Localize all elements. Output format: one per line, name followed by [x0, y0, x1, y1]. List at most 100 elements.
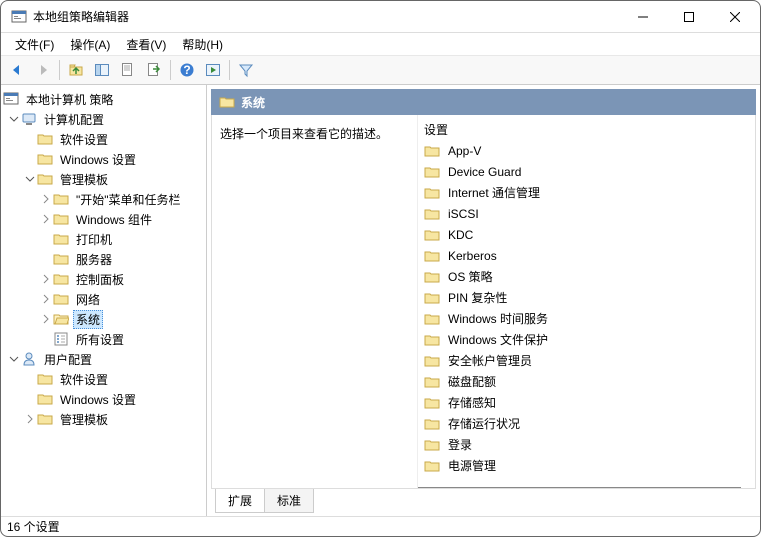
list-item-label: 存储运行状况 — [448, 415, 520, 432]
close-button[interactable] — [712, 2, 758, 32]
settings-list-icon — [53, 331, 69, 347]
list-item[interactable]: 存储运行状况 — [420, 413, 753, 434]
chevron-down-icon[interactable] — [7, 352, 21, 366]
chevron-right-icon[interactable] — [39, 272, 53, 286]
list-item[interactable]: iSCSI — [420, 203, 753, 224]
folder-icon — [424, 227, 440, 243]
tree-item-system[interactable]: 系统 — [3, 309, 204, 329]
details-header: 系统 — [211, 89, 756, 115]
app-icon — [11, 9, 27, 25]
tree-item-admin-templates[interactable]: 管理模板 — [3, 169, 204, 189]
folder-icon — [37, 131, 53, 147]
chevron-down-icon[interactable] — [23, 172, 37, 186]
list-item[interactable]: PIN 复杂性 — [420, 287, 753, 308]
folder-open-icon — [53, 311, 69, 327]
tree-item[interactable]: Windows 设置 — [3, 149, 204, 169]
forward-button[interactable] — [31, 58, 55, 82]
tree-item-computer-config[interactable]: 计算机配置 — [3, 109, 204, 129]
folder-icon — [424, 395, 440, 411]
list-item-label: 存储感知 — [448, 394, 496, 411]
toolbar: ? — [1, 55, 760, 85]
list-item[interactable]: 安全帐户管理员 — [420, 350, 753, 371]
tree-item[interactable]: 网络 — [3, 289, 204, 309]
tree-label: 本地计算机 策略 — [23, 90, 116, 109]
tree-label: 用户配置 — [41, 350, 95, 369]
list-item[interactable]: Windows 文件保护 — [420, 329, 753, 350]
folder-icon — [37, 411, 53, 427]
tree-item[interactable]: 软件设置 — [3, 129, 204, 149]
list-item[interactable]: App-V — [420, 140, 753, 161]
column-header-label: 设置 — [424, 121, 448, 138]
folder-icon — [424, 311, 440, 327]
list-item[interactable]: 电源管理 — [420, 455, 753, 476]
tree-item[interactable]: 控制面板 — [3, 269, 204, 289]
list-item[interactable]: OS 策略 — [420, 266, 753, 287]
list-item-label: OS 策略 — [448, 268, 493, 285]
list-item[interactable]: 磁盘配额 — [420, 371, 753, 392]
properties-button[interactable] — [116, 58, 140, 82]
folder-icon — [424, 290, 440, 306]
chevron-right-icon[interactable] — [39, 192, 53, 206]
folder-icon — [37, 371, 53, 387]
column-header[interactable]: 设置 — [420, 119, 753, 140]
list-item[interactable]: 登录 — [420, 434, 753, 455]
list-item-label: PIN 复杂性 — [448, 289, 507, 306]
tree-item[interactable]: 服务器 — [3, 249, 204, 269]
tree-item[interactable]: "开始"菜单和任务栏 — [3, 189, 204, 209]
tree-item[interactable]: 管理模板 — [3, 409, 204, 429]
export-button[interactable] — [142, 58, 166, 82]
tree-label: 所有设置 — [73, 330, 127, 349]
show-hide-tree-button[interactable] — [90, 58, 114, 82]
policy-tree[interactable]: 本地计算机 策略 计算机配置 软件设置 W — [3, 89, 204, 429]
run-button[interactable] — [201, 58, 225, 82]
help-button[interactable]: ? — [175, 58, 199, 82]
chevron-right-icon[interactable] — [39, 312, 53, 326]
list-item-label: Internet 通信管理 — [448, 184, 540, 201]
settings-list[interactable]: 设置 App-VDevice Guard Internet 通信管理 iSCSI KD… — [418, 115, 755, 488]
menu-view[interactable]: 查看(V) — [118, 34, 174, 55]
filter-button[interactable] — [234, 58, 258, 82]
list-item[interactable]: Internet 通信管理 — [420, 182, 753, 203]
chevron-down-icon[interactable] — [7, 112, 21, 126]
description-text: 选择一个项目来查看它的描述。 — [220, 125, 409, 142]
tree-label: 管理模板 — [57, 170, 111, 189]
chevron-right-icon[interactable] — [39, 212, 53, 226]
list-item-label: 磁盘配额 — [448, 373, 496, 390]
maximize-button[interactable] — [666, 2, 712, 32]
list-item[interactable]: Windows 时间服务 — [420, 308, 753, 329]
status-text: 16 个设置 — [7, 518, 60, 535]
tree-root[interactable]: 本地计算机 策略 — [3, 89, 204, 109]
folder-icon — [424, 353, 440, 369]
tree-item-user-config[interactable]: 用户配置 — [3, 349, 204, 369]
tree-label: 系统 — [73, 310, 103, 329]
list-item[interactable]: Device Guard — [420, 161, 753, 182]
folder-icon — [53, 251, 69, 267]
tree-item[interactable]: 打印机 — [3, 229, 204, 249]
list-item[interactable]: KDC — [420, 224, 753, 245]
tab-extended[interactable]: 扩展 — [215, 489, 265, 513]
folder-icon — [424, 248, 440, 264]
tree-item[interactable]: 所有设置 — [3, 329, 204, 349]
chevron-right-icon[interactable] — [23, 412, 37, 426]
menu-file[interactable]: 文件(F) — [7, 34, 62, 55]
menu-bar: 文件(F) 操作(A) 查看(V) 帮助(H) — [1, 33, 760, 55]
folder-icon — [424, 185, 440, 201]
list-item[interactable]: 存储感知 — [420, 392, 753, 413]
tree-item[interactable]: Windows 组件 — [3, 209, 204, 229]
folder-icon — [424, 458, 440, 474]
list-item[interactable]: Kerberos — [420, 245, 753, 266]
back-button[interactable] — [5, 58, 29, 82]
chevron-right-icon[interactable] — [39, 292, 53, 306]
tree-item[interactable]: 软件设置 — [3, 369, 204, 389]
tree-item[interactable]: Windows 设置 — [3, 389, 204, 409]
toolbar-separator — [229, 60, 230, 80]
menu-help[interactable]: 帮助(H) — [174, 34, 231, 55]
details-content: 选择一个项目来查看它的描述。 设置 App-VDevice Guard Inter… — [211, 115, 756, 488]
minimize-button[interactable] — [620, 2, 666, 32]
folder-icon — [424, 437, 440, 453]
menu-action[interactable]: 操作(A) — [62, 34, 118, 55]
list-item-label: KDC — [448, 228, 473, 242]
up-button[interactable] — [64, 58, 88, 82]
tab-standard[interactable]: 标准 — [264, 489, 314, 513]
tree-label: 软件设置 — [57, 370, 111, 389]
